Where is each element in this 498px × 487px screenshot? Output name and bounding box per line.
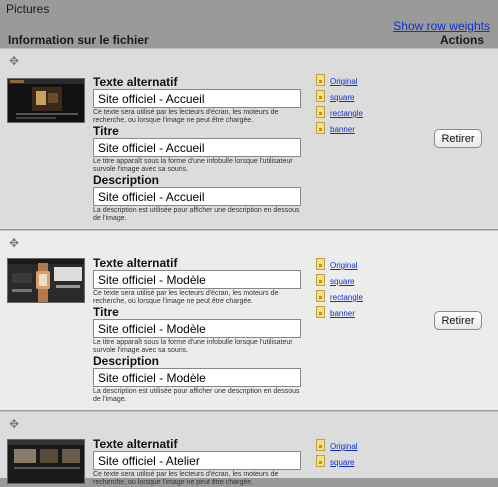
section-title: Pictures bbox=[6, 2, 50, 16]
alt-text-input[interactable] bbox=[93, 89, 301, 108]
document-icon bbox=[316, 290, 325, 302]
style-banner-link[interactable]: banner bbox=[330, 309, 355, 318]
alt-text-label: Texte alternatif bbox=[93, 75, 178, 89]
document-icon bbox=[316, 439, 325, 451]
document-icon bbox=[316, 274, 325, 286]
document-icon bbox=[316, 74, 325, 86]
drag-handle-icon[interactable]: ✥ bbox=[8, 55, 20, 67]
style-square-link[interactable]: square bbox=[330, 277, 354, 286]
column-header-actions: Actions bbox=[439, 33, 484, 47]
table-header: Information sur le fichier Actions bbox=[0, 32, 498, 48]
alt-text-input[interactable] bbox=[93, 270, 301, 289]
alt-text-label: Texte alternatif bbox=[93, 437, 178, 451]
thumbnail-image bbox=[7, 258, 85, 303]
alt-text-help: Ce texte sera utilisé par les lecteurs d… bbox=[93, 109, 279, 124]
style-square-link[interactable]: square bbox=[330, 458, 354, 467]
description-label: Description bbox=[93, 354, 160, 368]
table-row: ✥ Texte alternatif Ce texte sera utilisé… bbox=[0, 230, 498, 410]
document-icon bbox=[316, 90, 325, 102]
style-original-link[interactable]: Original bbox=[330, 77, 358, 86]
style-original-link[interactable]: Original bbox=[330, 261, 358, 270]
title-input[interactable] bbox=[93, 319, 301, 338]
alt-text-help: Ce texte sera utilisé par les lecteurs d… bbox=[93, 290, 279, 305]
document-icon bbox=[316, 455, 325, 467]
style-rectangle-link[interactable]: rectangle bbox=[330, 293, 363, 302]
style-square-link[interactable]: square bbox=[330, 93, 354, 102]
description-help: La description est utilisée pour affiche… bbox=[93, 388, 300, 403]
title-input[interactable] bbox=[93, 138, 301, 157]
show-row-weights-link[interactable]: Show row weights bbox=[393, 19, 490, 33]
style-banner-link[interactable]: banner bbox=[330, 125, 355, 134]
remove-button[interactable]: Retirer bbox=[434, 311, 482, 330]
description-input[interactable] bbox=[93, 368, 301, 387]
description-label: Description bbox=[93, 173, 160, 187]
document-icon bbox=[316, 306, 325, 318]
alt-text-input[interactable] bbox=[93, 451, 301, 470]
title-help: Le titre apparaît sous la forme d'une in… bbox=[93, 339, 293, 354]
thumbnail-image bbox=[7, 78, 85, 123]
description-input[interactable] bbox=[93, 187, 301, 206]
drag-handle-icon[interactable]: ✥ bbox=[8, 418, 20, 430]
description-help: La description est utilisée pour affiche… bbox=[93, 207, 300, 222]
alt-text-label: Texte alternatif bbox=[93, 256, 178, 270]
column-header-info: Information sur le fichier bbox=[8, 33, 149, 47]
thumbnail-image bbox=[7, 439, 85, 484]
document-icon bbox=[316, 106, 325, 118]
table-row: ✥ Texte alternatif Ce texte sera utilisé… bbox=[0, 48, 498, 229]
title-label: Titre bbox=[93, 124, 119, 138]
table-row: ✥ Texte alternatif Ce texte sera utilisé… bbox=[0, 411, 498, 486]
document-icon bbox=[316, 122, 325, 134]
title-help: Le titre apparaît sous la forme d'une in… bbox=[93, 158, 293, 173]
title-label: Titre bbox=[93, 305, 119, 319]
style-rectangle-link[interactable]: rectangle bbox=[330, 109, 363, 118]
remove-button[interactable]: Retirer bbox=[434, 129, 482, 148]
drag-handle-icon[interactable]: ✥ bbox=[8, 237, 20, 249]
alt-text-help: Ce texte sera utilisé par les lecteurs d… bbox=[93, 471, 279, 486]
style-original-link[interactable]: Original bbox=[330, 442, 358, 451]
document-icon bbox=[316, 258, 325, 270]
